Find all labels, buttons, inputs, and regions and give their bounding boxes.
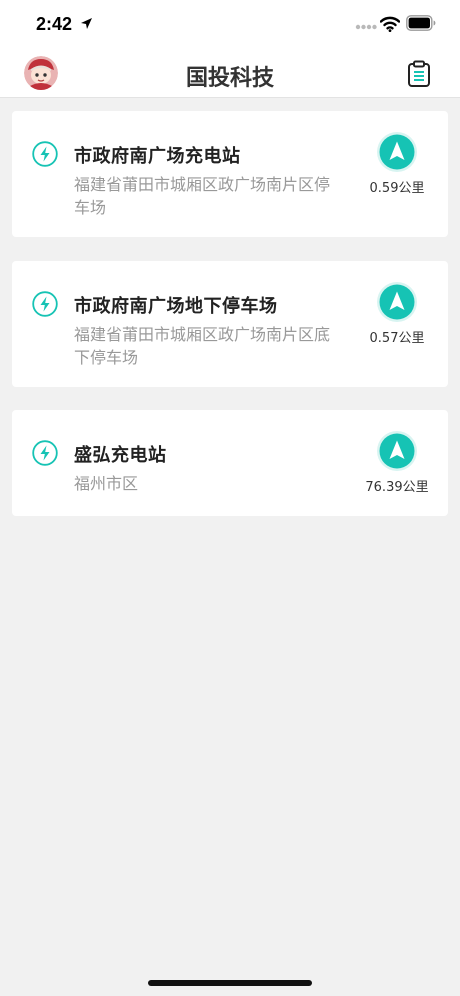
wifi-icon (380, 16, 400, 32)
signal-dots-icon (355, 24, 377, 30)
station-card[interactable]: 盛弘充电站 福州市区 76.39公里 (12, 410, 448, 516)
lightning-bolt-icon (32, 291, 58, 317)
page-title: 国投科技 (185, 66, 274, 91)
status-bar: 2:42 (0, 0, 460, 50)
station-distance: 76.39公里 (365, 480, 429, 495)
station-name: 市政府南广场地下停车场 (74, 296, 278, 317)
app-screen: 2:42 国投科技 市政府南广场充电站 福建省莆田市城厢区政广场南片区停车场 0… (0, 0, 460, 996)
navigation-arrow-icon[interactable] (376, 430, 418, 472)
station-address: 福建省莆田市城厢区政广场南片区停车场 (74, 175, 331, 217)
station-address: 福建省莆田市城厢区政广场南片区底下停车场 (74, 325, 331, 367)
station-name: 盛弘充电站 (74, 445, 167, 466)
app-header: 国投科技 (0, 50, 460, 98)
lightning-bolt-icon (32, 141, 58, 167)
navigation-arrow-icon[interactable] (376, 281, 418, 323)
home-indicator[interactable] (148, 980, 312, 986)
station-card[interactable]: 市政府南广场地下停车场 福建省莆田市城厢区政广场南片区底下停车场 0.57公里 (12, 261, 448, 387)
station-distance: 0.57公里 (369, 331, 425, 346)
status-time: 2:42 (36, 14, 73, 34)
station-distance: 0.59公里 (369, 181, 425, 196)
station-address: 福州市区 (74, 474, 139, 493)
station-card[interactable]: 市政府南广场充电站 福建省莆田市城厢区政广场南片区停车场 0.59公里 (12, 111, 448, 237)
station-name: 市政府南广场充电站 (74, 146, 241, 167)
battery-icon (406, 15, 436, 31)
location-arrow-icon (81, 18, 92, 29)
clipboard-icon[interactable] (406, 60, 432, 88)
navigation-arrow-icon[interactable] (376, 131, 418, 173)
lightning-bolt-icon (32, 440, 58, 466)
